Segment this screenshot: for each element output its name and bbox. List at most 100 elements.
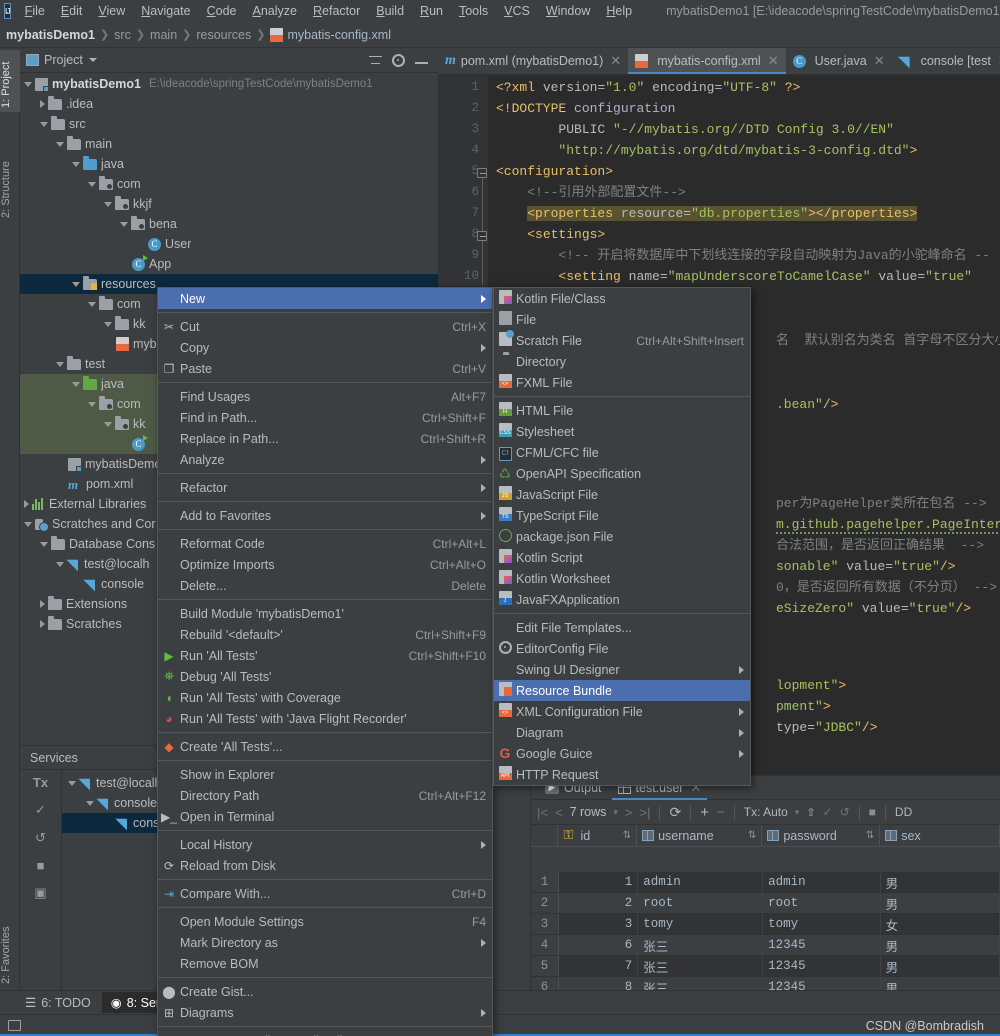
new-menu-item[interactable]: FXML File (494, 372, 750, 393)
tree-row[interactable]: C User (20, 234, 438, 254)
delete-row-icon[interactable]: − (716, 804, 725, 821)
menu-analyze[interactable]: Analyze (245, 2, 305, 20)
context-menu-item[interactable]: ⛯ Debug 'All Tests' (158, 666, 492, 687)
menu-navigate[interactable]: Navigate (133, 2, 198, 20)
cell-id[interactable]: 3 (559, 914, 639, 934)
new-menu-item[interactable]: HTTP Request (494, 764, 750, 785)
chevron-down-icon[interactable] (104, 201, 112, 207)
table-row[interactable]: 1 1 admin admin 男 (531, 872, 1000, 893)
context-menu-item[interactable]: Open Module Settings F4 (158, 911, 492, 932)
table-row[interactable]: 2 2 root root 男 (531, 893, 1000, 914)
chevron-down-icon[interactable] (88, 58, 97, 62)
breadcrumb-file[interactable]: mybatis-config.xml (287, 28, 391, 42)
editor-tab[interactable]: C User.java ✕ (786, 48, 892, 74)
monitor-icon[interactable] (8, 1020, 21, 1031)
context-menu-item[interactable]: Optimize Imports Ctrl+Alt+O (158, 554, 492, 575)
table-row[interactable]: 3 3 tomy tomy 女 (531, 914, 1000, 935)
chevron-right-icon[interactable] (24, 500, 29, 508)
chevron-down-icon[interactable] (72, 281, 80, 287)
close-icon[interactable]: ✕ (874, 53, 885, 69)
new-menu-item[interactable]: File (494, 309, 750, 330)
cell-id[interactable]: 7 (559, 956, 639, 976)
context-menu-item[interactable]: ❐ Paste Ctrl+V (158, 358, 492, 379)
chevron-right-icon[interactable] (40, 100, 45, 108)
chevron-down-icon[interactable] (88, 301, 96, 307)
add-row-icon[interactable]: + (700, 804, 709, 821)
new-menu-item[interactable]: Diagram (494, 722, 750, 743)
check-icon[interactable]: ✓ (35, 802, 46, 818)
rollback-icon[interactable]: ↺ (35, 830, 46, 846)
new-menu-item[interactable]: Kotlin Worksheet (494, 568, 750, 589)
cell-password[interactable]: 12345 (763, 935, 881, 955)
chevron-down-icon[interactable] (24, 521, 32, 527)
grid-column-header[interactable]: username ⇅ (637, 825, 763, 846)
context-menu-item[interactable]: ◆ Create 'All Tests'... (158, 736, 492, 757)
tree-row[interactable]: mybatisDemo1 E:\ideacode\springTestCode\m… (20, 74, 438, 94)
table-row[interactable]: 5 7 张三 12345 男 (531, 956, 1000, 977)
fold-marker-icon[interactable] (477, 231, 487, 241)
cell-password[interactable]: root (763, 893, 881, 913)
menu-code[interactable]: Code (199, 2, 245, 20)
menu-help[interactable]: Help (598, 2, 640, 20)
context-menu-item[interactable]: ⟳ Reload from Disk (158, 855, 492, 876)
revert-icon[interactable]: ↺ (840, 805, 850, 819)
context-menu-item[interactable]: ◖ Run 'All Tests' with Coverage (158, 687, 492, 708)
breadcrumb-resources[interactable]: resources (196, 28, 251, 42)
context-menu-item[interactable]: ▶_ Open in Terminal (158, 806, 492, 827)
chevron-down-icon[interactable] (88, 401, 96, 407)
new-menu-item[interactable]: Swing UI Designer (494, 659, 750, 680)
grid-body[interactable]: 1 1 admin admin 男 2 2 root root 男 3 3 tomy tomy 女 4 6 张三 1… (531, 872, 1000, 990)
new-menu-item[interactable]: Directory (494, 351, 750, 372)
sort-icon[interactable]: ⇅ (866, 830, 874, 841)
menu-window[interactable]: Window (538, 2, 598, 20)
menu-tools[interactable]: Tools (451, 2, 496, 20)
chevron-down-icon[interactable] (40, 541, 48, 547)
chevron-down-icon[interactable] (72, 161, 80, 167)
breadcrumb-project[interactable]: mybatisDemo1 (6, 28, 95, 42)
tree-row[interactable]: src (20, 114, 438, 134)
db-upload-icon[interactable]: ⇧ (806, 806, 815, 819)
new-menu-item[interactable]: Cf CFML/CFC file (494, 442, 750, 463)
new-menu-item[interactable]: package.json File (494, 526, 750, 547)
new-menu-item[interactable]: HTML File (494, 400, 750, 421)
context-menu-item[interactable]: New (158, 288, 492, 309)
chevron-down-icon[interactable] (24, 81, 32, 87)
cell-password[interactable]: 12345 (763, 977, 881, 990)
cell-sex[interactable]: 男 (881, 935, 1000, 955)
menu-file[interactable]: File (17, 2, 53, 20)
tree-row[interactable]: java (20, 154, 438, 174)
first-page-icon[interactable]: |< (537, 805, 548, 820)
grid-layout-icon[interactable]: ▣ (34, 885, 46, 901)
context-menu-item[interactable]: Directory Path Ctrl+Alt+F12 (158, 785, 492, 806)
new-submenu[interactable]: Kotlin File/Class File Scratch File Ctrl+Al… (493, 287, 751, 786)
cell-id[interactable]: 2 (559, 893, 639, 913)
new-menu-item[interactable]: XML Configuration File (494, 701, 750, 722)
stop-icon[interactable]: ■ (869, 805, 876, 819)
grid-column-header[interactable]: sex (880, 825, 1000, 846)
context-menu-item[interactable]: Refactor (158, 477, 492, 498)
grid-column-header[interactable]: password ⇅ (762, 825, 881, 846)
tx-dropdown-icon[interactable]: ▾ (795, 807, 800, 818)
cell-username[interactable]: admin (638, 872, 764, 892)
new-menu-item[interactable]: ♺ OpenAPI Specification (494, 463, 750, 484)
context-menu-item[interactable]: Reformat Code Ctrl+Alt+L (158, 533, 492, 554)
new-menu-item[interactable]: Kotlin File/Class (494, 288, 750, 309)
chevron-down-icon[interactable] (104, 321, 112, 327)
cell-username[interactable]: 张三 (638, 956, 764, 976)
cell-username[interactable]: 张三 (638, 977, 764, 990)
context-menu-item[interactable]: Show in Explorer (158, 764, 492, 785)
new-menu-item[interactable]: Stylesheet (494, 421, 750, 442)
menu-refactor[interactable]: Refactor (305, 2, 368, 20)
context-menu-item[interactable]: Rebuild '<default>' Ctrl+Shift+F9 (158, 624, 492, 645)
cell-password[interactable]: admin (763, 872, 881, 892)
chevron-right-icon[interactable] (40, 600, 45, 608)
table-row[interactable]: 4 6 张三 12345 男 (531, 935, 1000, 956)
chevron-down-icon[interactable] (56, 141, 64, 147)
commit-icon[interactable]: ✓ (823, 805, 833, 819)
context-menu-item[interactable]: Copy (158, 337, 492, 358)
cell-password[interactable]: tomy (763, 914, 881, 934)
sort-icon[interactable]: ⇅ (623, 830, 631, 841)
context-menu-item[interactable]: Convert Java File to Kotlin FileCtrl+Alt… (158, 1030, 492, 1036)
menu-vcs[interactable]: VCS (496, 2, 538, 20)
new-menu-item[interactable]: Kotlin Script (494, 547, 750, 568)
